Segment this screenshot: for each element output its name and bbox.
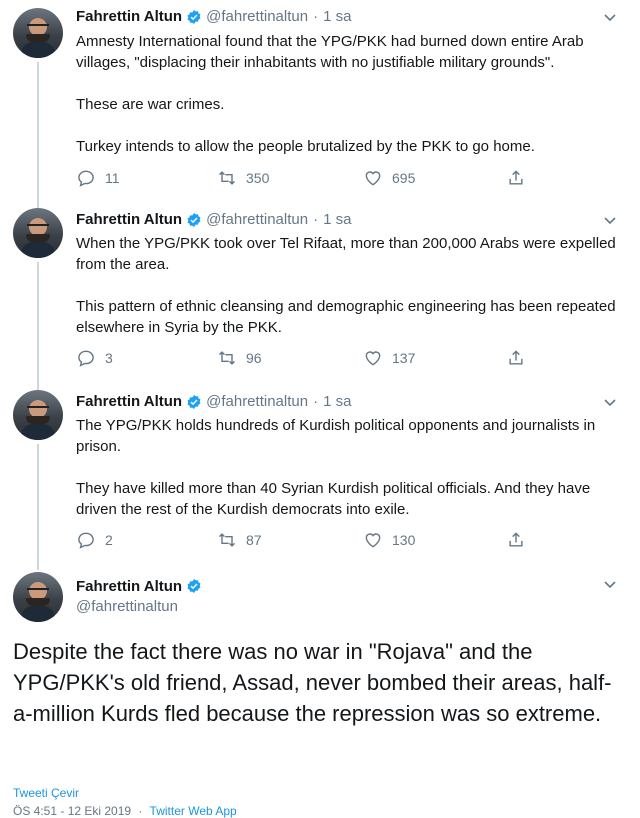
separator: · [313, 211, 319, 228]
tweet-header: Fahrettin Altun @fahrettinaltun · 1 sa [76, 7, 351, 27]
retweet-button[interactable]: 96 [217, 347, 262, 369]
heart-icon [365, 351, 381, 366]
avatar[interactable] [13, 572, 63, 622]
heart-icon [365, 533, 381, 548]
avatar[interactable] [13, 208, 63, 258]
verified-badge-icon [187, 579, 201, 593]
avatar[interactable] [13, 8, 63, 58]
retweet-icon [218, 171, 236, 185]
like-count: 695 [392, 170, 416, 186]
like-button[interactable]: 130 [363, 529, 415, 551]
tweet[interactable]: Fahrettin Altun @fahrettinaltun · 1 sa W… [0, 200, 640, 382]
chevron-down-icon[interactable] [603, 213, 617, 227]
tweet-text: When the YPG/PKK took over Tel Rifaat, m… [76, 235, 616, 336]
tweet-time[interactable]: 1 sa [323, 7, 351, 27]
reply-count: 2 [105, 532, 113, 548]
reply-count: 3 [105, 350, 113, 366]
reply-button[interactable]: 11 [76, 167, 120, 189]
tweet-text: Amnesty International found that the YPG… [76, 33, 584, 155]
tweet-time[interactable]: 1 sa [323, 392, 351, 412]
share-icon [509, 532, 523, 547]
reply-icon [78, 350, 94, 367]
tweet[interactable]: Fahrettin Altun @fahrettinaltun · 1 sa A… [0, 0, 640, 200]
chevron-down-icon[interactable] [603, 395, 617, 409]
retweet-button[interactable]: 87 [217, 529, 262, 551]
author-name[interactable]: Fahrettin Altun [76, 392, 182, 412]
tweet-actions: 2 87 130 [76, 529, 546, 551]
tweet-actions: 3 96 137 [76, 347, 546, 369]
tweet[interactable]: Fahrettin Altun @fahrettinaltun · 1 sa T… [0, 382, 640, 564]
heart-icon [365, 171, 381, 186]
reply-button[interactable]: 2 [76, 529, 113, 551]
author-handle[interactable]: @fahrettinaltun [206, 210, 308, 230]
author-handle[interactable]: @fahrettinaltun [76, 598, 178, 615]
retweet-icon [218, 351, 236, 365]
translate-link[interactable]: Tweeti Çevir [13, 786, 79, 800]
retweet-icon [218, 533, 236, 547]
tweet-text: The YPG/PKK holds hundreds of Kurdish po… [76, 417, 596, 518]
author-handle[interactable]: @fahrettinaltun [206, 392, 308, 412]
retweet-count: 350 [246, 170, 270, 186]
main-tweet-text: Despite the fact there was no war in "Ro… [13, 639, 612, 726]
chevron-down-icon[interactable] [603, 10, 617, 24]
reply-icon [78, 532, 94, 549]
verified-badge-icon [187, 395, 201, 409]
retweet-button[interactable]: 350 [217, 167, 269, 189]
tweet-source[interactable]: Twitter Web App [150, 804, 237, 818]
like-count: 130 [392, 532, 416, 548]
retweet-count: 96 [246, 350, 262, 366]
avatar[interactable] [13, 390, 63, 440]
separator: · [313, 393, 319, 410]
author-name[interactable]: Fahrettin Altun [76, 578, 182, 595]
reply-count: 11 [105, 170, 120, 186]
verified-badge-icon [187, 10, 201, 24]
reply-icon [78, 170, 94, 187]
tweet-header: Fahrettin Altun @fahrettinaltun · 1 sa [76, 392, 351, 412]
tweet-actions: 11 350 695 [76, 167, 546, 189]
like-button[interactable]: 137 [363, 347, 415, 369]
tweet-meta: ÖS 4:51 - 12 Eki 2019 · Twitter Web App [13, 804, 237, 818]
share-icon [509, 350, 523, 365]
verified-badge-icon [187, 213, 201, 227]
share-button[interactable] [506, 347, 535, 369]
reply-button[interactable]: 3 [76, 347, 113, 369]
share-icon [509, 170, 523, 185]
author-name[interactable]: Fahrettin Altun [76, 210, 182, 230]
tweet-time[interactable]: 1 sa [323, 210, 351, 230]
author-handle[interactable]: @fahrettinaltun [206, 7, 308, 27]
like-button[interactable]: 695 [363, 167, 415, 189]
author-name[interactable]: Fahrettin Altun [76, 7, 182, 27]
tweet-header: Fahrettin Altun @fahrettinaltun · 1 sa [76, 210, 351, 230]
separator: · [313, 8, 319, 25]
tweet-timestamp[interactable]: ÖS 4:51 - 12 Eki 2019 [13, 804, 131, 818]
meta-separator: · [138, 804, 143, 818]
retweet-count: 87 [246, 532, 262, 548]
share-button[interactable] [506, 529, 535, 551]
share-button[interactable] [506, 167, 535, 189]
chevron-down-icon[interactable] [603, 577, 617, 591]
like-count: 137 [392, 350, 416, 366]
main-tweet-header: Fahrettin Altun [76, 576, 206, 596]
